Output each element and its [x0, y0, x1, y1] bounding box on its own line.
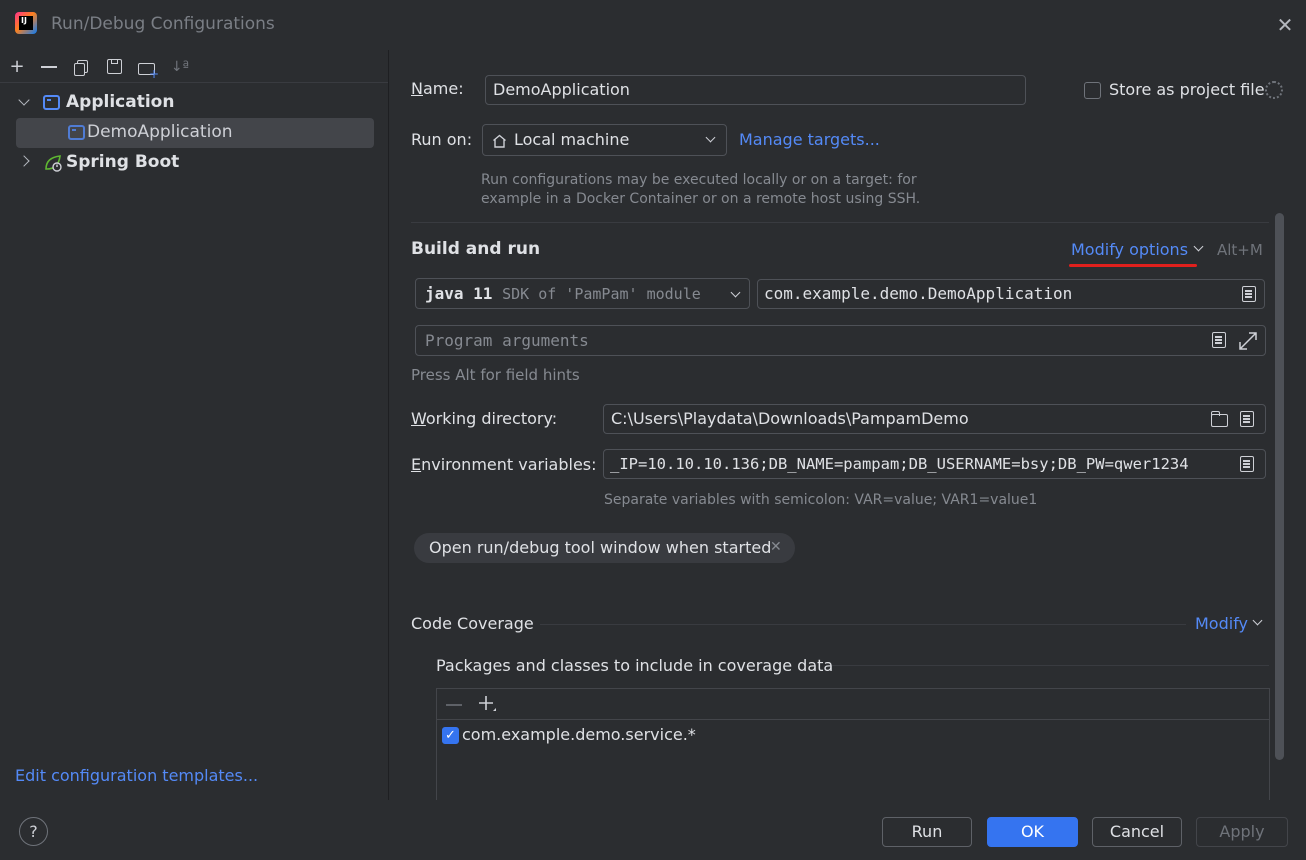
- jdk-dropdown[interactable]: java 11 SDK of 'PamPam' module: [415, 278, 750, 309]
- tree-item-application[interactable]: Application: [66, 92, 174, 112]
- manage-targets-link[interactable]: Manage targets...: [739, 130, 880, 149]
- chevron-down-icon[interactable]: [1252, 615, 1263, 626]
- run-on-value: Local machine: [514, 130, 630, 149]
- expand-icon[interactable]: [1238, 331, 1258, 351]
- run-on-hint-line-2: example in a Docker Container or on a re…: [481, 191, 921, 207]
- list-toolbar-divider: [437, 719, 1269, 720]
- intellij-logo-icon: IJ: [15, 12, 37, 34]
- browse-class-icon[interactable]: [1242, 286, 1256, 302]
- application-config-icon: [68, 125, 85, 140]
- option-chip[interactable]: Open run/debug tool window when started …: [414, 533, 795, 563]
- edit-arguments-icon[interactable]: [1212, 332, 1226, 348]
- application-icon: [43, 95, 60, 110]
- modify-options-shortcut: Alt+M: [1217, 241, 1263, 259]
- copy-icon[interactable]: [70, 55, 94, 79]
- run-on-dropdown[interactable]: Local machine: [482, 124, 727, 156]
- environment-variables-value: _IP=10.10.10.136;DB_NAME=pampam;DB_USERN…: [610, 455, 1189, 473]
- chevron-down-icon[interactable]: [1193, 241, 1204, 252]
- remove-icon[interactable]: [37, 55, 61, 79]
- field-hints-text: Press Alt for field hints: [411, 366, 580, 384]
- close-icon[interactable]: ✕: [770, 539, 782, 555]
- sort-icon[interactable]: ↓ª: [168, 55, 192, 79]
- add-icon[interactable]: +: [5, 55, 29, 79]
- tree-item-label: DemoApplication: [87, 122, 233, 142]
- annotation-underline: [1069, 264, 1197, 267]
- tree-item-spring-boot[interactable]: Spring Boot: [66, 152, 179, 172]
- spring-boot-icon: [43, 153, 63, 173]
- chip-label: Open run/debug tool window when started: [429, 538, 772, 557]
- main-class-input[interactable]: com.example.demo.DemoApplication: [757, 279, 1265, 309]
- modify-options-link[interactable]: Modify options: [1071, 240, 1188, 259]
- remove-package-icon[interactable]: [446, 704, 462, 706]
- packages-title: Packages and classes to include in cover…: [436, 656, 834, 675]
- run-button[interactable]: Run: [882, 817, 972, 847]
- edit-path-icon[interactable]: [1240, 411, 1254, 427]
- code-coverage-title: Code Coverage: [411, 614, 534, 633]
- name-input[interactable]: DemoApplication: [485, 75, 1026, 105]
- edit-configuration-templates-link[interactable]: Edit configuration templates...: [15, 766, 258, 785]
- chevron-down-icon: [705, 132, 716, 143]
- folder-icon[interactable]: [1210, 411, 1228, 427]
- working-directory-input[interactable]: C:\Users\Playdata\Downloads\PampamDemo: [603, 404, 1266, 434]
- packages-list: ✓ com.example.demo.service.*: [436, 688, 1270, 800]
- chevron-down-icon: [730, 287, 741, 298]
- working-directory-value: C:\Users\Playdata\Downloads\PampamDemo: [611, 409, 969, 428]
- run-on-label: Run on:: [411, 130, 473, 149]
- build-and-run-title: Build and run: [411, 239, 541, 259]
- toolbar-divider: [0, 82, 388, 83]
- packages-divider: [832, 665, 1269, 666]
- chevron-down-icon[interactable]: [18, 94, 30, 106]
- working-directory-label: Working directory:: [411, 409, 558, 428]
- section-divider: [411, 222, 1269, 223]
- name-label: Name:: [411, 79, 464, 98]
- coverage-divider: [540, 624, 1186, 625]
- store-as-project-file-label: Store as project file: [1109, 80, 1265, 99]
- jdk-version: java 11: [425, 284, 493, 303]
- package-item: com.example.demo.service.*: [462, 725, 696, 744]
- program-arguments-placeholder: Program arguments: [425, 331, 589, 350]
- gear-icon[interactable]: [1265, 81, 1283, 99]
- scrollbar[interactable]: [1275, 213, 1284, 760]
- program-arguments-input[interactable]: Program arguments: [415, 325, 1266, 356]
- window-title: Run/Debug Configurations: [51, 14, 275, 34]
- coverage-modify-link[interactable]: Modify: [1195, 614, 1248, 633]
- edit-env-icon[interactable]: [1240, 456, 1254, 472]
- save-icon[interactable]: [103, 55, 127, 79]
- ok-button[interactable]: OK: [987, 817, 1078, 847]
- chevron-right-icon[interactable]: [18, 155, 30, 167]
- main-class-value: com.example.demo.DemoApplication: [764, 284, 1073, 303]
- new-folder-icon[interactable]: +: [135, 55, 159, 80]
- run-on-hint-line-1: Run configurations may be executed local…: [481, 172, 917, 188]
- home-icon: [492, 133, 507, 148]
- environment-variables-label: Environment variables:: [411, 455, 597, 474]
- store-as-project-file-checkbox[interactable]: [1084, 82, 1101, 99]
- apply-button[interactable]: Apply: [1196, 817, 1288, 847]
- close-button[interactable]: ✕: [1274, 14, 1296, 36]
- environment-variables-input[interactable]: _IP=10.10.10.136;DB_NAME=pampam;DB_USERN…: [603, 449, 1266, 479]
- package-checkbox[interactable]: ✓: [442, 727, 459, 744]
- cancel-button[interactable]: Cancel: [1092, 817, 1182, 847]
- name-input-value: DemoApplication: [493, 80, 630, 99]
- add-package-icon[interactable]: [477, 694, 497, 714]
- env-hint-text: Separate variables with semicolon: VAR=v…: [604, 492, 1038, 508]
- jdk-detail: SDK of 'PamPam' module: [502, 285, 701, 303]
- help-button[interactable]: ?: [19, 817, 48, 846]
